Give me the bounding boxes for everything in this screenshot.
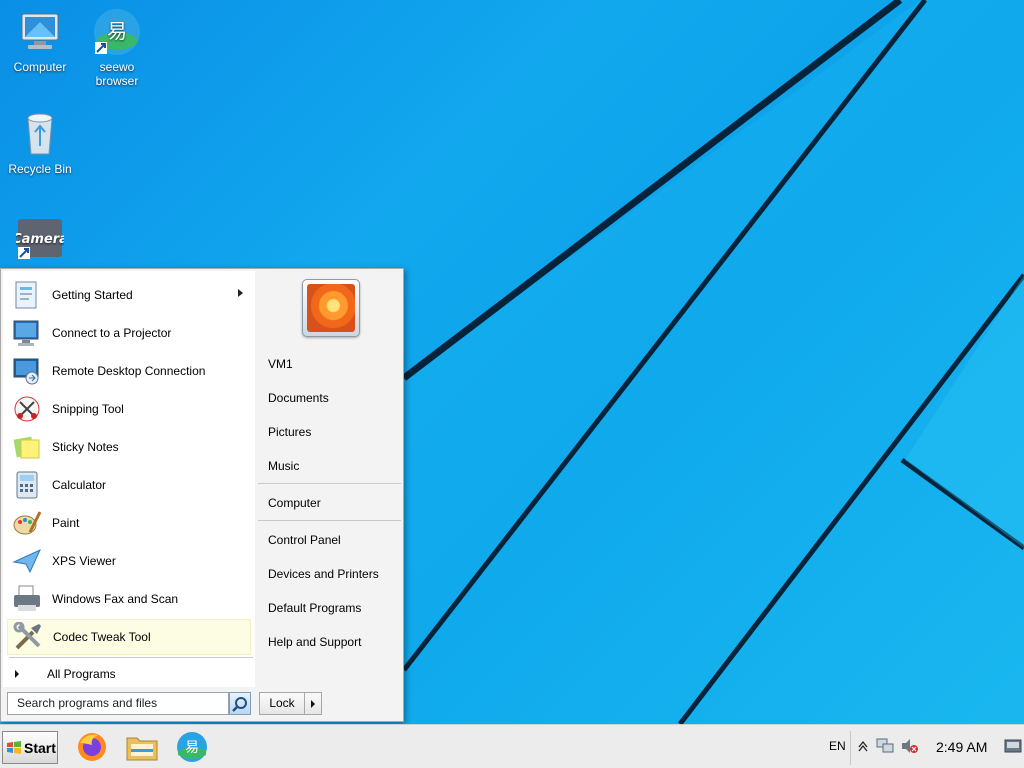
show-hidden-icons-icon[interactable] [858, 739, 868, 756]
xps-viewer-icon [11, 545, 43, 577]
program-label: XPS Viewer [52, 554, 116, 568]
seewo-browser-icon: 易 [177, 732, 207, 762]
program-paint[interactable]: Paint [7, 505, 251, 541]
program-label: Codec Tweak Tool [53, 630, 151, 644]
language-indicator[interactable]: EN [829, 739, 846, 753]
link-default-programs[interactable]: Default Programs [268, 599, 361, 617]
desktop-icon-camera[interactable]: Camera [0, 213, 80, 265]
program-label: Snipping Tool [52, 402, 124, 416]
computer-icon [16, 8, 64, 56]
all-programs-label: All Programs [47, 667, 116, 681]
program-label: Paint [52, 516, 80, 530]
taskbar: Start 易 EN 2:49 AM [0, 724, 1024, 768]
program-snipping-tool[interactable]: Snipping Tool [7, 391, 251, 427]
search-icon [232, 696, 247, 712]
snipping-tool-icon [11, 393, 43, 425]
start-button[interactable]: Start [2, 731, 58, 764]
menu-separator [9, 657, 253, 658]
lock-button[interactable]: Lock [259, 692, 305, 715]
all-programs-button[interactable]: All Programs [7, 663, 251, 685]
program-remote-desktop[interactable]: Remote Desktop Connection [7, 353, 251, 389]
svg-text:Camera: Camera [16, 232, 64, 247]
program-calculator[interactable]: Calculator [7, 467, 251, 503]
link-computer[interactable]: Computer [268, 494, 321, 512]
camera-icon: Camera [12, 213, 68, 261]
link-pictures[interactable]: Pictures [268, 423, 311, 441]
search-button[interactable] [229, 692, 251, 715]
remote-desktop-icon [11, 355, 43, 387]
program-sticky-notes[interactable]: Sticky Notes [7, 429, 251, 465]
volume-muted-icon[interactable] [900, 738, 918, 757]
clock[interactable]: 2:49 AM [936, 739, 987, 755]
tray-divider [850, 731, 851, 765]
start-label: Start [24, 739, 56, 756]
desktop-icon-label: seewo browser [95, 60, 139, 88]
desktop-icon-label: Computer [13, 60, 67, 74]
link-devices-printers[interactable]: Devices and Printers [268, 565, 379, 583]
desktop-icon-computer[interactable]: Computer [0, 8, 80, 74]
sticky-notes-icon [11, 431, 43, 463]
paint-icon [11, 507, 43, 539]
start-menu-places-pane: VM1 Documents Pictures Music Computer Co… [256, 271, 403, 687]
link-user-folder[interactable]: VM1 [268, 355, 293, 373]
fax-scan-icon [11, 583, 43, 615]
user-avatar[interactable] [302, 279, 360, 337]
start-menu: Getting Started Connect to a Projector R… [0, 268, 404, 722]
chevron-right-icon [311, 699, 315, 708]
program-getting-started[interactable]: Getting Started [7, 277, 251, 313]
file-explorer-icon [126, 737, 158, 761]
taskbar-firefox[interactable] [72, 729, 112, 765]
link-help-support[interactable]: Help and Support [268, 633, 361, 651]
program-label: Windows Fax and Scan [52, 592, 179, 606]
codec-tweak-icon [12, 621, 44, 653]
calculator-icon [11, 469, 43, 501]
program-label: Remote Desktop Connection [52, 364, 206, 378]
recycle-bin-icon [16, 110, 64, 158]
lock-options-button[interactable] [304, 692, 322, 715]
expand-arrow-icon [15, 670, 19, 678]
program-fax-scan[interactable]: Windows Fax and Scan [7, 581, 251, 617]
link-music[interactable]: Music [268, 457, 299, 475]
menu-separator [258, 520, 401, 521]
svg-text:易: 易 [107, 19, 127, 43]
svg-text:易: 易 [185, 740, 199, 756]
windows-logo-icon [7, 740, 21, 754]
program-connect-projector[interactable]: Connect to a Projector [7, 315, 251, 351]
network-icon[interactable] [876, 738, 894, 757]
search-input[interactable]: Search programs and files [7, 692, 229, 715]
link-documents[interactable]: Documents [268, 389, 329, 407]
flower-picture-icon [307, 284, 355, 332]
program-label: Calculator [52, 478, 107, 492]
taskbar-file-explorer[interactable] [122, 729, 162, 765]
program-xps-viewer[interactable]: XPS Viewer [7, 543, 251, 579]
desktop-icon-seewo-browser[interactable]: 易 seewo browser [77, 8, 157, 88]
program-label: Connect to a Projector [52, 326, 172, 340]
getting-started-icon [11, 279, 43, 311]
submenu-arrow-icon [238, 289, 243, 297]
projector-icon [11, 317, 43, 349]
desktop-icon-label: Recycle Bin [8, 162, 72, 176]
program-label: Sticky Notes [52, 440, 119, 454]
taskbar-seewo-browser[interactable]: 易 [172, 729, 212, 765]
program-label: Getting Started [52, 288, 133, 302]
menu-separator [258, 483, 401, 484]
program-codec-tweak-tool[interactable]: Codec Tweak Tool [7, 619, 251, 655]
link-control-panel[interactable]: Control Panel [268, 531, 341, 549]
action-center-icon[interactable] [1004, 739, 1022, 756]
start-menu-programs-pane: Getting Started Connect to a Projector R… [3, 271, 255, 687]
firefox-icon [78, 733, 106, 761]
desktop-icon-recycle-bin[interactable]: Recycle Bin [0, 110, 80, 176]
seewo-browser-icon: 易 [93, 8, 141, 56]
